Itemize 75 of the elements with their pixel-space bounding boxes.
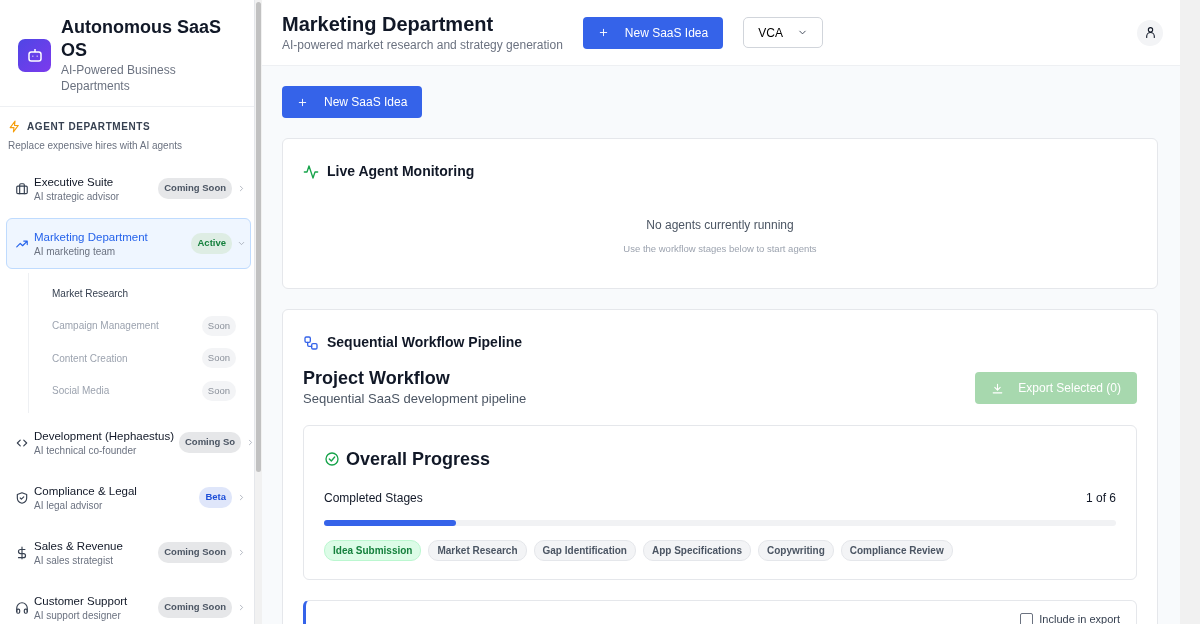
stage-tag: App Specifications	[642, 539, 751, 561]
chevron-right-icon	[237, 184, 246, 193]
user-avatar[interactable]	[1137, 19, 1163, 46]
empty-state-hint: Use the workflow stages below to start agents	[622, 242, 818, 256]
workflow-subheading: Sequential SaaS development pipeline	[303, 390, 527, 409]
stage-tag: Gap Identification	[533, 539, 636, 561]
progress-count: 1 of 6	[1085, 489, 1116, 507]
stage-tag: Compliance Review	[840, 539, 953, 561]
department-name: Compliance & Legal	[34, 483, 138, 499]
status-badge: Active	[191, 233, 232, 254]
stage-tag: Copywriting	[758, 539, 834, 561]
soon-badge: Soon	[201, 315, 236, 336]
status-badge: Coming So	[179, 432, 242, 453]
progress-title: Overall Progress	[346, 447, 491, 471]
section-subtitle: Replace expensive hires with AI agents	[7, 139, 183, 153]
chevron-right-icon	[246, 438, 254, 447]
new-idea-button[interactable]: New SaaS Idea	[582, 16, 724, 49]
soon-badge: Soon	[201, 348, 236, 369]
chevron-right-icon	[237, 603, 246, 612]
page-title: Marketing Department	[282, 11, 495, 36]
chevron-down-icon	[237, 239, 246, 248]
department-item[interactable]: Customer Support AI support designer Coming Soon	[6, 582, 251, 624]
briefcase-icon	[15, 181, 29, 196]
department-name: Marketing Department	[34, 229, 149, 245]
check-circle-icon	[324, 451, 340, 468]
status-badge: Coming Soon	[158, 178, 232, 199]
chevron-right-icon	[237, 493, 246, 502]
department-name: Development (Hephaestus)	[34, 428, 174, 444]
stage-tag: Market Research	[428, 539, 527, 561]
department-description: AI marketing team	[34, 244, 117, 258]
department-description: AI sales strategist	[34, 553, 114, 567]
new-idea-button[interactable]: New SaaS Idea	[282, 86, 423, 118]
activity-icon	[303, 163, 319, 180]
project-select[interactable]: VCA	[743, 17, 823, 48]
department-name: Customer Support	[34, 593, 129, 609]
department-description: AI support designer	[34, 608, 122, 622]
empty-state-title: No agents currently running	[645, 217, 795, 234]
page-subtitle: AI-powered market research and strategy generation	[282, 36, 563, 54]
soon-badge: Soon	[201, 380, 236, 401]
chevron-right-icon	[237, 548, 246, 557]
department-name: Executive Suite	[34, 174, 115, 190]
department-description: AI strategic advisor	[34, 189, 121, 203]
headset-icon	[15, 600, 29, 615]
sub-item: Content Creation	[52, 351, 128, 366]
workflow-icon	[303, 334, 319, 351]
department-item[interactable]: Compliance & Legal AI legal advisor Beta	[6, 472, 251, 523]
download-icon	[991, 381, 1005, 395]
status-badge: Beta	[199, 487, 232, 508]
department-item[interactable]: Marketing Department AI marketing team Active	[6, 218, 251, 269]
department-name: Sales & Revenue	[34, 538, 124, 554]
scrollbar[interactable]	[254, 0, 262, 624]
department-description: AI legal advisor	[34, 498, 104, 512]
shield-icon	[15, 490, 29, 505]
app-title: Autonomous SaaS OS	[61, 16, 222, 62]
plus-icon	[597, 27, 609, 38]
logo-icon	[18, 38, 51, 72]
section-title: AGENT DEPARTMENTS	[27, 120, 151, 134]
status-badge: Coming Soon	[158, 597, 232, 618]
department-item[interactable]: Sales & Revenue AI sales strategist Coming Soon	[6, 527, 251, 578]
progress-label: Completed Stages	[324, 489, 423, 507]
workflow-heading: Project Workflow	[303, 367, 451, 390]
card-title: Sequential Workflow Pipeline	[327, 333, 522, 353]
user-icon	[1143, 26, 1157, 39]
sub-item: Social Media	[52, 384, 110, 399]
plus-icon	[297, 96, 308, 108]
lightning-icon	[8, 120, 21, 133]
department-description: AI technical co-founder	[34, 443, 138, 457]
stage-tag: Idea Submission	[324, 539, 422, 561]
card-title: Live Agent Monitoring	[327, 162, 475, 181]
dollar-icon	[15, 545, 29, 560]
department-item[interactable]: Executive Suite AI strategic advisor Coming Soon	[6, 163, 251, 214]
sub-item: Campaign Management	[52, 319, 159, 334]
status-badge: Coming Soon	[158, 542, 232, 563]
sub-item[interactable]: Market Research	[52, 285, 129, 301]
app-subtitle: AI-Powered Business Departments	[61, 62, 177, 94]
